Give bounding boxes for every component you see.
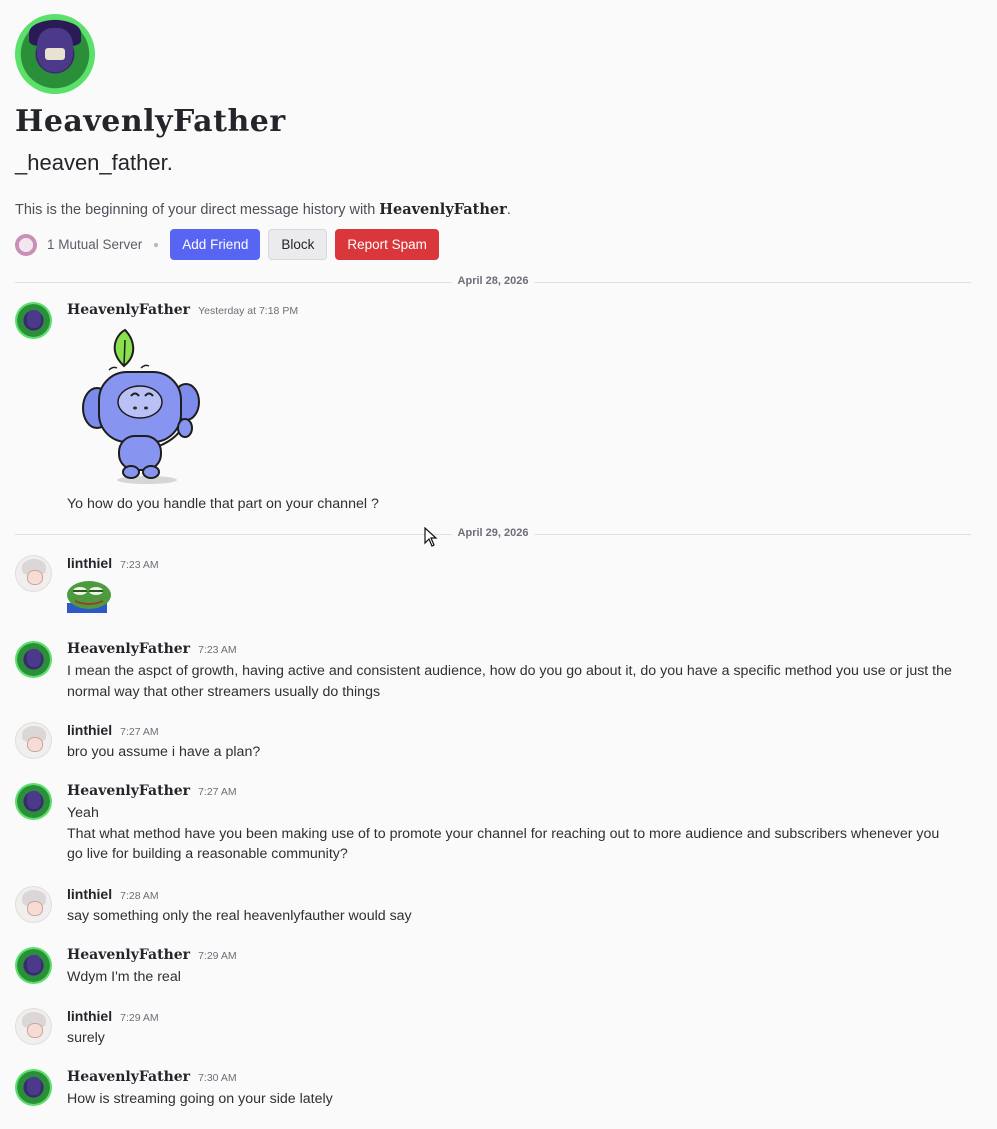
- message-timestamp: 7:29 AM: [120, 1012, 159, 1024]
- mutual-server-icon[interactable]: [15, 233, 37, 256]
- mouse-cursor-icon: [424, 527, 438, 547]
- profile-username: _heaven_father.: [15, 150, 173, 175]
- pepe-emoji[interactable]: [67, 577, 115, 613]
- report-spam-button[interactable]: Report Spam: [335, 229, 439, 260]
- message-timestamp: 7:23 AM: [198, 644, 237, 656]
- avatar[interactable]: [15, 641, 52, 678]
- message: HeavenlyFather Yesterday at 7:18 PM Yo h…: [15, 302, 965, 515]
- message-timestamp: 7:29 AM: [198, 950, 237, 962]
- history-name: HeavenlyFather: [379, 201, 507, 218]
- message-author[interactable]: linthiel: [67, 886, 112, 902]
- profile-display-name: HeavenlyFather: [15, 104, 286, 139]
- message-author[interactable]: linthiel: [67, 722, 112, 738]
- message: linthiel 7:27 AM bro you assume i have a…: [15, 722, 965, 763]
- message: HeavenlyFather 7:27 AM Yeah That what me…: [15, 783, 965, 865]
- mutual-server-link[interactable]: 1 Mutual Server: [47, 237, 142, 252]
- history-suffix: .: [506, 202, 511, 218]
- message: HeavenlyFather 7:30 AM How is streaming …: [15, 1069, 965, 1110]
- avatar[interactable]: [15, 947, 52, 984]
- message-content: Yo how do you handle that part on your c…: [67, 496, 379, 512]
- date-divider-label: April 28, 2026: [451, 275, 535, 287]
- block-button[interactable]: Block: [268, 229, 328, 260]
- message-author[interactable]: HeavenlyFather: [67, 641, 190, 657]
- message-content: I mean the aspct of growth, having activ…: [67, 663, 952, 700]
- message: linthiel 7:23 AM: [15, 555, 965, 613]
- avatar[interactable]: [15, 1008, 52, 1045]
- message-author[interactable]: linthiel: [67, 1008, 112, 1024]
- message-author[interactable]: HeavenlyFather: [67, 1069, 190, 1085]
- message-content: Yeah: [67, 805, 99, 821]
- message: HeavenlyFather 7:23 AM I mean the aspct …: [15, 641, 965, 702]
- message-author[interactable]: linthiel: [67, 555, 112, 571]
- avatar[interactable]: [15, 886, 52, 923]
- date-divider-label: April 29, 2026: [451, 527, 535, 539]
- wumpus-sticker[interactable]: [67, 328, 227, 488]
- message-content: That what method have you been making us…: [67, 825, 940, 863]
- history-intro: This is the beginning of your direct mes…: [15, 201, 511, 218]
- message-content: Wdym I'm the real: [67, 969, 181, 985]
- avatar[interactable]: [15, 555, 52, 592]
- add-friend-button[interactable]: Add Friend: [170, 229, 261, 260]
- message-content: surely: [67, 1030, 105, 1046]
- history-prefix: This is the beginning of your direct mes…: [15, 202, 380, 218]
- message-timestamp: 7:27 AM: [198, 786, 237, 798]
- message-timestamp: 7:30 AM: [198, 1072, 237, 1084]
- message-author[interactable]: HeavenlyFather: [67, 947, 190, 963]
- message-content: How is streaming going on your side late…: [67, 1091, 333, 1107]
- message: linthiel 7:29 AM surely: [15, 1008, 965, 1049]
- profile-avatar[interactable]: [15, 14, 95, 94]
- message-content: bro you assume i have a plan?: [67, 744, 261, 760]
- date-divider: April 28, 2026: [15, 275, 971, 287]
- profile-actions: 1 Mutual Server Add Friend Block Report …: [15, 229, 447, 260]
- message-author[interactable]: HeavenlyFather: [67, 302, 190, 318]
- avatar[interactable]: [15, 1069, 52, 1106]
- message-timestamp: 7:23 AM: [120, 559, 159, 571]
- message-timestamp: 7:28 AM: [120, 890, 159, 902]
- message-timestamp: Yesterday at 7:18 PM: [198, 305, 299, 317]
- date-divider: April 29, 2026: [15, 527, 971, 539]
- message-author[interactable]: HeavenlyFather: [67, 783, 190, 799]
- avatar[interactable]: [15, 783, 52, 820]
- message-timestamp: 7:27 AM: [120, 726, 159, 738]
- separator-dot: [154, 242, 159, 247]
- message: linthiel 7:28 AM say something only the …: [15, 886, 965, 927]
- avatar[interactable]: [15, 302, 52, 339]
- message: HeavenlyFather 7:29 AM Wdym I'm the real: [15, 947, 965, 988]
- avatar[interactable]: [15, 722, 52, 759]
- message-content: say something only the real heavenlyfaut…: [67, 908, 412, 924]
